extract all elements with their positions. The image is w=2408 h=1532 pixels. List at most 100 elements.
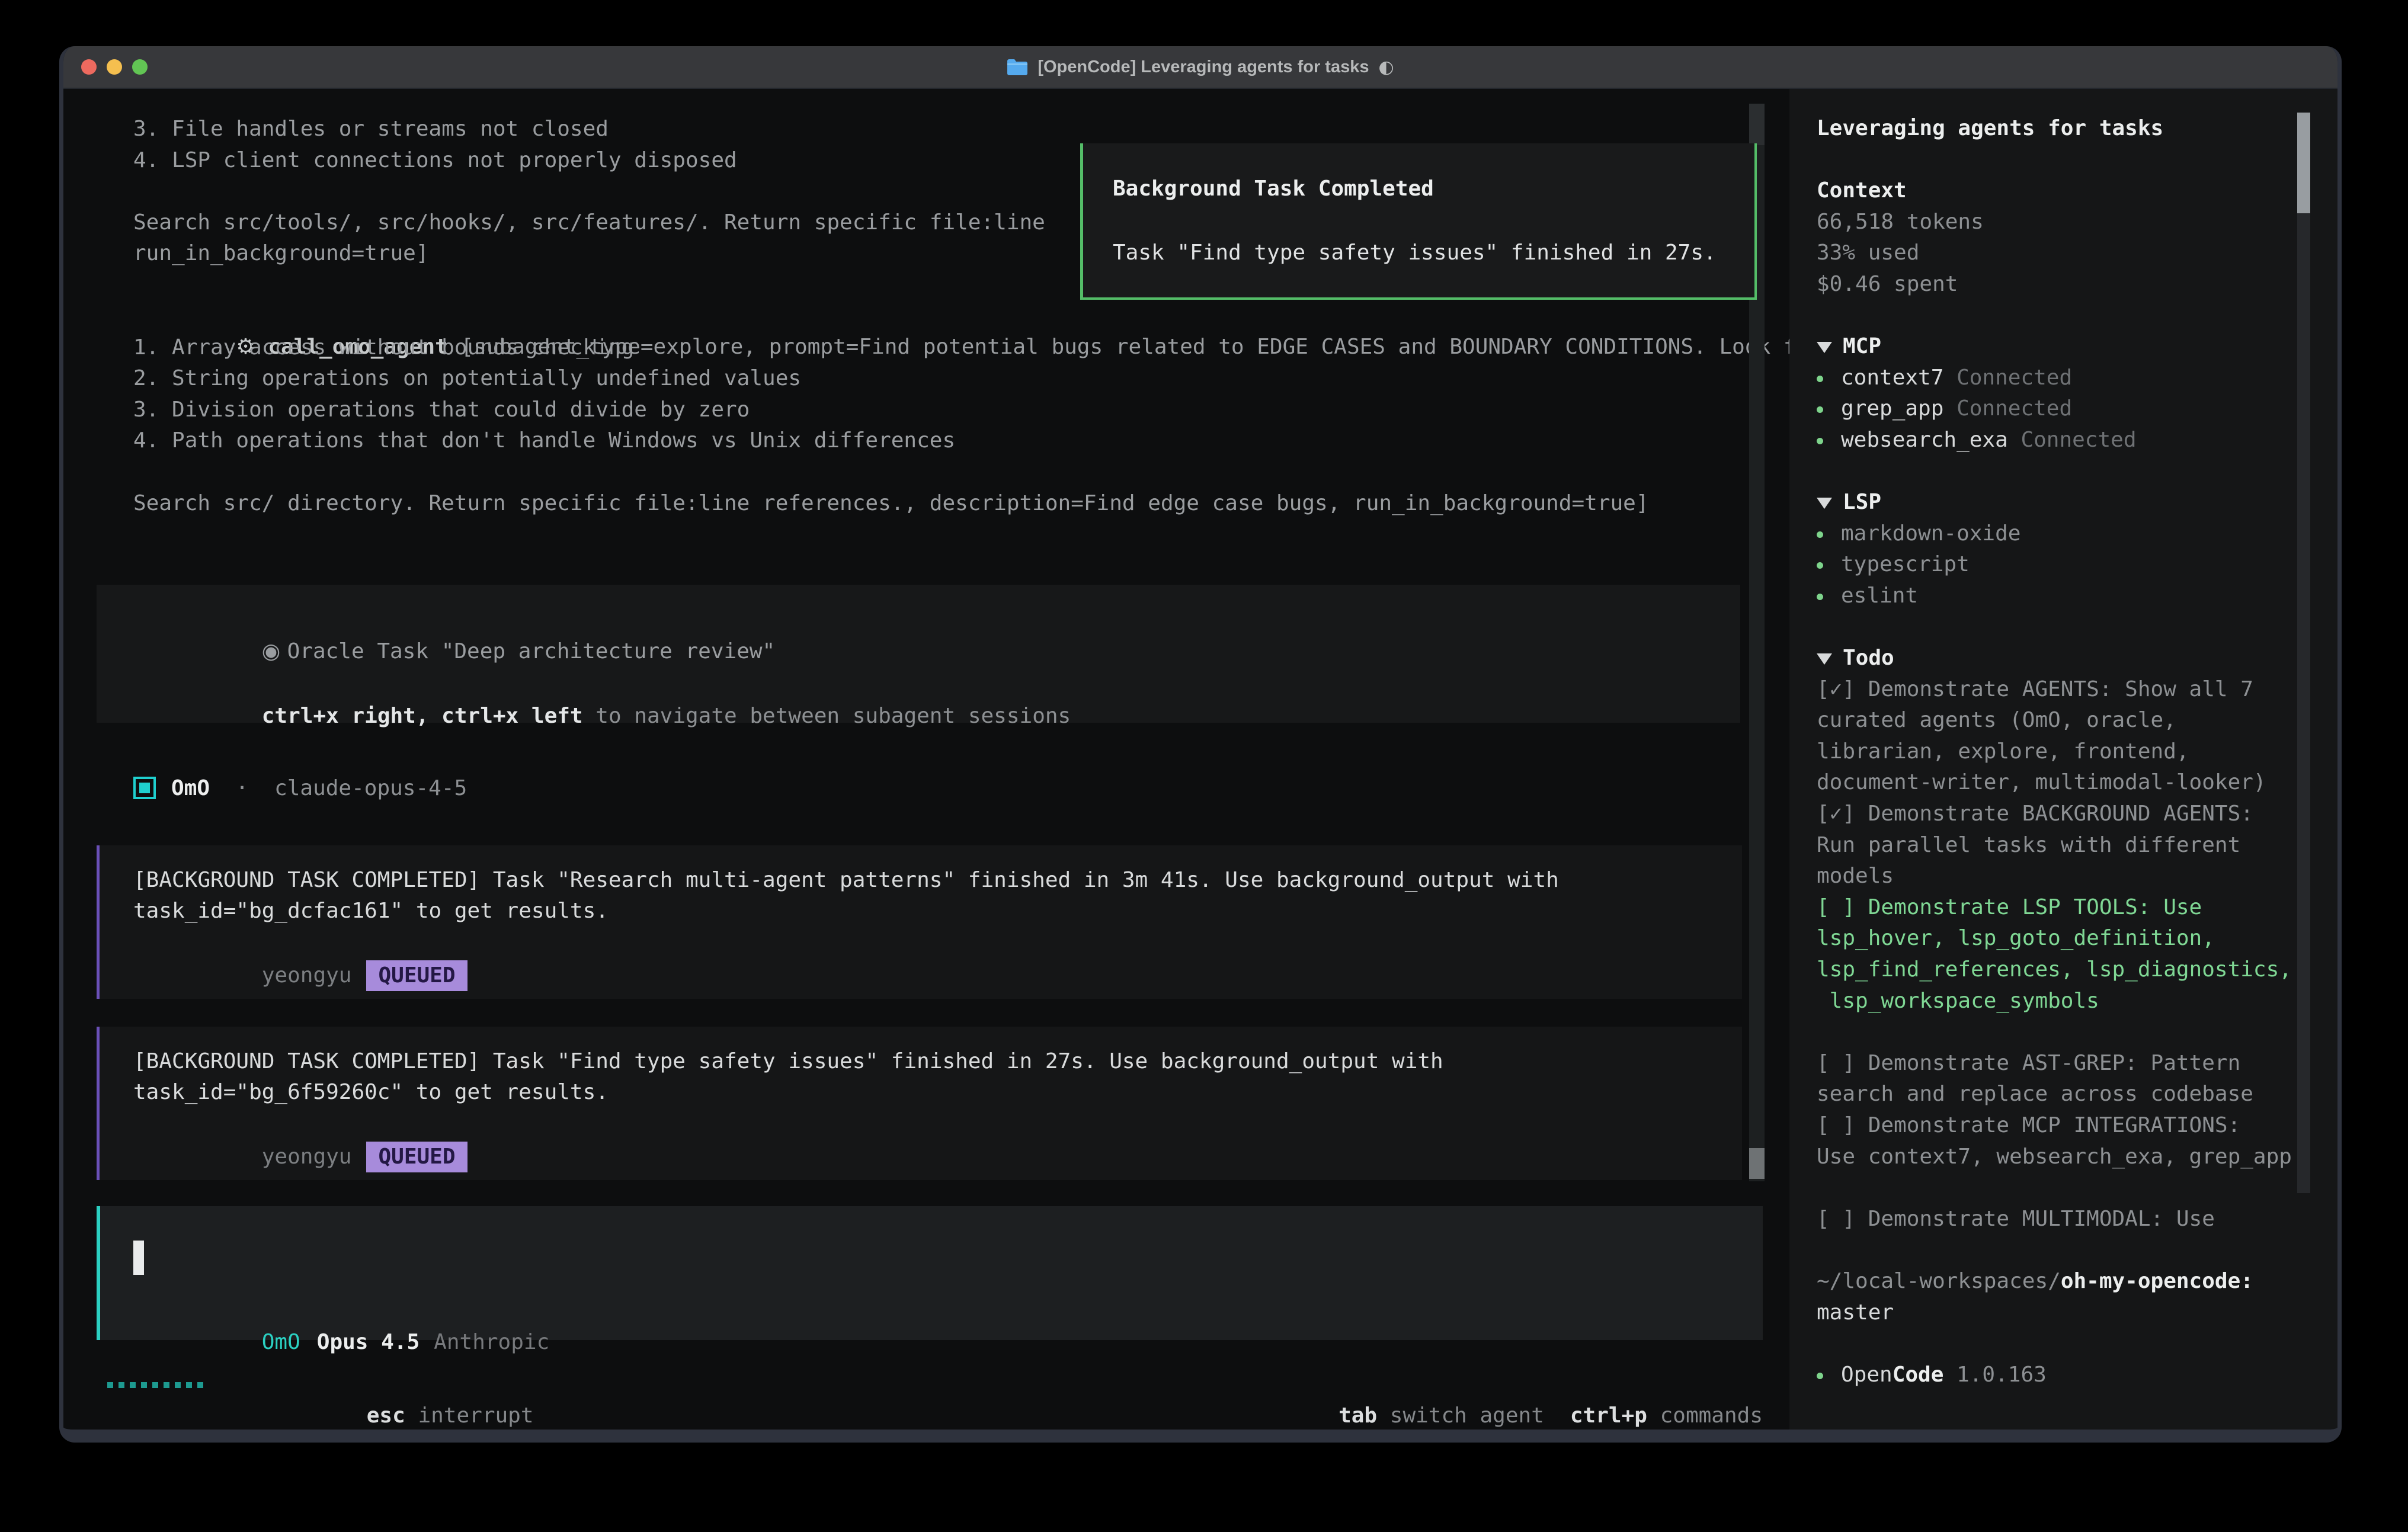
agent-model: claude-opus-4-5 [274, 776, 467, 800]
window-content: 3. File handles or streams not closed 4.… [63, 89, 2337, 1430]
bullseye-icon: ◉ [262, 639, 287, 664]
chat-scrollbar-thumb[interactable] [1749, 1148, 1765, 1179]
chat-text-line: Search src/tools/, src/hooks/, src/featu… [133, 207, 1045, 238]
app-window: [OpenCode] Leveraging agents for tasks ◐… [59, 46, 2342, 1443]
chat-text-line: 4. LSP client connections not properly d… [133, 145, 737, 176]
todo-item-line-active: lsp_hover, lsp_goto_definition, [1817, 923, 2308, 954]
mcp-item: websearch_exa Connected [1817, 425, 2308, 456]
text-cursor [133, 1241, 144, 1275]
status-dot-icon [1817, 1373, 1823, 1379]
todo-item-line: search and replace across codebase [1817, 1079, 2308, 1110]
todo-item-line-active: lsp_workspace_symbols [1817, 986, 2308, 1017]
task-message-line: [BACKGROUND TASK COMPLETED] Task "Resear… [133, 868, 1559, 892]
workspace-branch: master [1817, 1297, 2308, 1329]
agent-checkbox-icon [133, 777, 156, 799]
context-used: 33% used [1817, 238, 2308, 269]
sidebar: Leveraging agents for tasks Context 66,5… [1789, 89, 2337, 1430]
subagent-navigation-hint: ctrl+x right, ctrl+x left to navigate be… [133, 680, 1071, 752]
chat-text-line: 4. Path operations that don't handle Win… [133, 425, 955, 456]
todo-item-line: [ ] Demonstrate MULTIMODAL: Use [1817, 1204, 2308, 1235]
chat-scrollbar-top-segment[interactable] [1749, 104, 1765, 145]
todo-item-line: [✓] Demonstrate AGENTS: Show all 7 [1817, 674, 2308, 706]
tool-call-args: [subagent_type=explore, prompt=Find pote… [460, 335, 1821, 359]
chat-text-line: Search src/ directory. Return specific f… [133, 488, 1649, 519]
sidebar-scrollbar-thumb[interactable] [2297, 113, 2310, 213]
chat-text-line: 3. Division operations that could divide… [133, 395, 750, 425]
collapse-triangle-icon [1817, 653, 1832, 665]
folder-icon [1007, 58, 1028, 76]
agent-header-row[interactable]: OmO · claude-opus-4-5 [133, 771, 467, 805]
queued-status-badge: QUEUED [366, 1142, 467, 1172]
todo-item-line: Run parallel tasks with different [1817, 830, 2308, 861]
background-task-toast[interactable]: Background Task Completed Task "Find typ… [1080, 143, 1757, 300]
mcp-item: context7 Connected [1817, 363, 2308, 394]
lsp-item: eslint [1817, 581, 2308, 612]
queued-status-badge: QUEUED [366, 960, 467, 991]
status-dot-icon [1817, 531, 1823, 538]
model-row: OmO Opus 4.5 Anthropic [133, 1306, 549, 1379]
app-version: OpenCode 1.0.163 [1817, 1360, 2308, 1391]
mcp-section-header[interactable]: MCP [1817, 331, 2308, 363]
context-heading: Context [1817, 175, 2308, 207]
context-tokens: 66,518 tokens [1817, 207, 2308, 238]
todo-section-header[interactable]: Todo [1817, 643, 2308, 674]
todo-item-line: curated agents (OmO, oracle, [1817, 705, 2308, 736]
collapse-triangle-icon [1817, 498, 1832, 509]
prompt-input[interactable]: OmOOpus 4.5Anthropic [97, 1206, 1763, 1340]
todo-item-line: [ ] Demonstrate AST-GREP: Pattern [1817, 1048, 2308, 1079]
mcp-item: grep_app Connected [1817, 393, 2308, 425]
window-title-text: [OpenCode] Leveraging agents for tasks [1038, 57, 1369, 77]
oracle-task-card: ◉ Oracle Task "Deep architecture review"… [97, 585, 1740, 723]
chat-text-line: run_in_background=true] [133, 238, 429, 269]
sidebar-scrollbar-track[interactable] [2297, 113, 2310, 1193]
background-task-message: [BACKGROUND TASK COMPLETED] Task "Find t… [97, 1027, 1742, 1180]
spinner-icon [107, 1382, 203, 1388]
lsp-item: typescript [1817, 549, 2308, 581]
ctrlp-key-label: ctrl+p [1570, 1403, 1647, 1428]
toast-body: Task "Find type safety issues" finished … [1113, 241, 1717, 265]
chat-text-line: 1. Array access without bounds checking [133, 332, 634, 363]
keyboard-hints: tab switch agentctrl+p commands [1210, 1370, 1763, 1443]
tab-key-label: tab [1339, 1403, 1377, 1428]
background-task-message: [BACKGROUND TASK COMPLETED] Task "Resear… [97, 845, 1742, 999]
status-dot-icon [1817, 406, 1823, 413]
input-model-name: Opus 4.5 [317, 1330, 420, 1354]
separator-dot: · [223, 776, 261, 800]
todo-item-line: librarian, explore, frontend, [1817, 736, 2308, 768]
todo-item-line: Use context7, websearch_exa, grep_app [1817, 1142, 2308, 1173]
todo-item-line: document-writer, multimodal-looker) [1817, 767, 2308, 799]
input-provider-name: Anthropic [434, 1330, 549, 1354]
status-dot-icon [1817, 376, 1823, 382]
status-dot-icon [1817, 562, 1823, 569]
todo-item-line: models [1817, 861, 2308, 892]
window-title: [OpenCode] Leveraging agents for tasks ◐ [63, 46, 2337, 88]
agent-name: OmO [171, 776, 210, 800]
status-dot-icon [1817, 594, 1823, 600]
half-moon-icon: ◐ [1378, 57, 1394, 78]
chat-text-line: 2. String operations on potentially unde… [133, 363, 801, 394]
input-agent-name: OmO [262, 1330, 300, 1354]
todo-item-line: [ ] Demonstrate MCP INTEGRATIONS: [1817, 1110, 2308, 1142]
toast-title: Background Task Completed [1113, 177, 1434, 201]
title-bar[interactable]: [OpenCode] Leveraging agents for tasks ◐ [63, 46, 2337, 89]
lsp-section-header[interactable]: LSP [1817, 487, 2308, 518]
task-user: yeongyu [262, 1145, 352, 1169]
status-bar: esc interrupt tab switch agentctrl+p com… [63, 1370, 1763, 1400]
oracle-task-title: ◉ Oracle Task "Deep architecture review" [133, 615, 775, 688]
task-message-line: [BACKGROUND TASK COMPLETED] Task "Find t… [133, 1049, 1443, 1073]
task-user: yeongyu [262, 963, 352, 988]
todo-item-line: [✓] Demonstrate BACKGROUND AGENTS: [1817, 799, 2308, 830]
chat-text-line: 3. File handles or streams not closed [133, 114, 609, 145]
session-title: Leveraging agents for tasks [1817, 113, 2308, 145]
todo-item-line-active: [ ] Demonstrate LSP TOOLS: Use [1817, 892, 2308, 924]
lsp-item: markdown-oxide [1817, 518, 2308, 550]
todo-item-line-active: lsp_find_references, lsp_diagnostics, [1817, 954, 2308, 986]
collapse-triangle-icon [1817, 342, 1832, 353]
task-message-line: task_id="bg_dcfac161" to get results. [133, 899, 609, 923]
desktop: { "colors": { "toast_green": "#54bd68", … [0, 0, 2408, 1532]
interrupt-hint: esc interrupt [238, 1370, 534, 1443]
status-dot-icon [1817, 438, 1823, 444]
esc-key-label: esc [367, 1403, 405, 1428]
context-spent: $0.46 spent [1817, 269, 2308, 300]
shortcut-keys: ctrl+x right, ctrl+x left [262, 704, 583, 728]
